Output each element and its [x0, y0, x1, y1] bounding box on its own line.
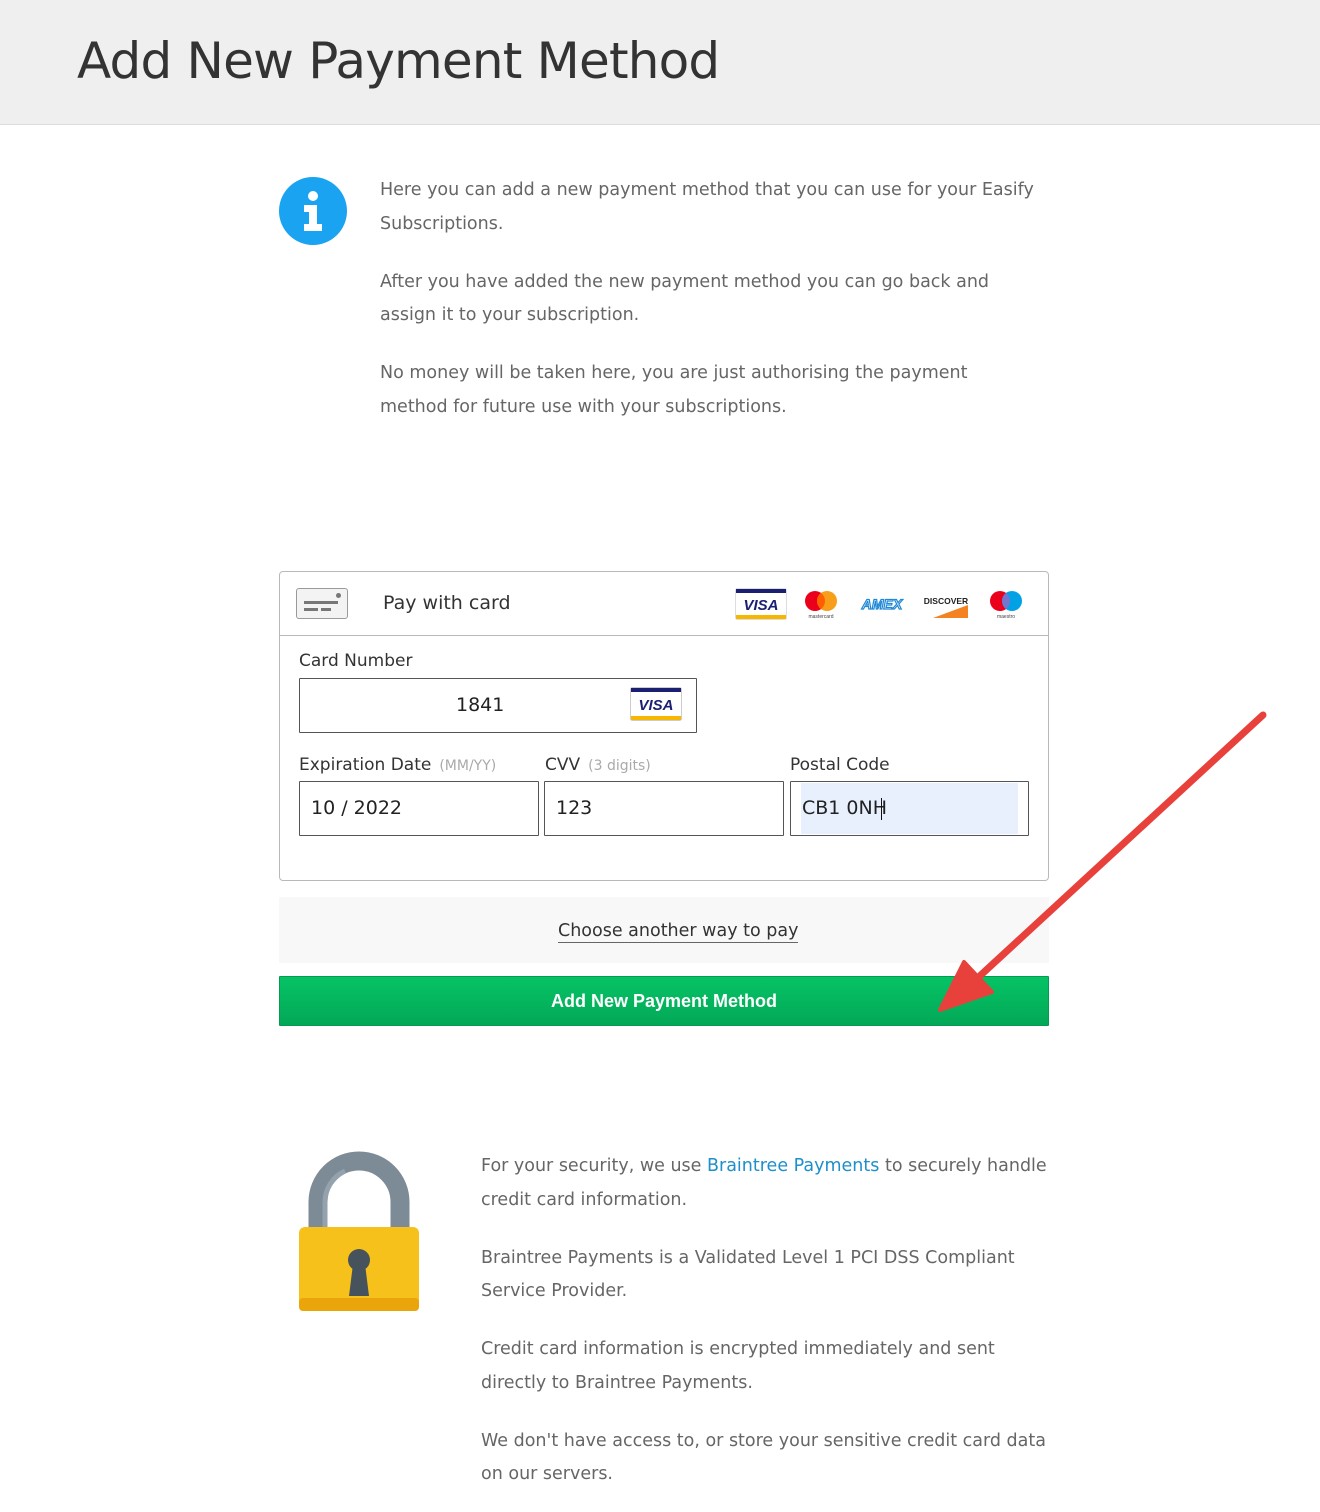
credit-card-icon [296, 588, 348, 619]
visa-logo-text: VISA [743, 597, 778, 614]
visa-logo-icon: VISA [735, 588, 787, 620]
discover-logo-icon: DISCOVER [924, 596, 968, 618]
cvv-value: 123 [556, 797, 593, 819]
page: Add New Payment Method Here you can add … [0, 0, 1320, 1512]
amex-logo-text: AMEX [861, 596, 904, 612]
expiration-date-value: 10 / 2022 [311, 797, 403, 819]
info-paragraph: After you have added the new payment met… [380, 271, 990, 326]
info-icon [279, 177, 347, 245]
text-cursor [881, 798, 882, 820]
mastercard-logo-text: mastercard [808, 614, 833, 620]
expiration-date-label: Expiration Date (MM/YY) [299, 755, 496, 775]
page-title: Add New Payment Method [77, 32, 720, 90]
mastercard-logo-icon: mastercard [805, 591, 837, 620]
security-paragraph-4: We don't have access to, or store your s… [481, 1430, 1046, 1485]
amex-logo-icon: AMEX [860, 595, 904, 612]
maestro-logo-text: maestro [997, 614, 1015, 620]
expiration-date-field[interactable]: 10 / 2022 [299, 781, 539, 836]
expiration-date-label-text: Expiration Date [299, 755, 432, 775]
security-text: For your security, we use [481, 1156, 707, 1176]
expiration-date-hint: (MM/YY) [439, 758, 497, 774]
pay-with-card-title: Pay with card [383, 592, 511, 614]
card-number-value: 1841 [456, 694, 505, 716]
choose-another-way-link[interactable]: Choose another way to pay [558, 921, 799, 943]
info-text: Here you can add a new payment method th… [380, 174, 1040, 449]
padlock-icon [299, 1151, 419, 1311]
info-paragraph: Here you can add a new payment method th… [380, 180, 1034, 234]
visa-card-icon: VISA [630, 687, 682, 721]
card-form-header[interactable]: Pay with card VISA mastercard AMEX DISCO… [280, 572, 1048, 636]
security-paragraph-1: For your security, we use Braintree Paym… [481, 1150, 1061, 1217]
card-number-label: Card Number [299, 651, 413, 671]
cvv-field[interactable]: 123 [544, 781, 784, 836]
page-header: Add New Payment Method [0, 0, 1320, 125]
visa-card-text: VISA [638, 697, 673, 714]
maestro-logo-icon: maestro [990, 591, 1022, 620]
add-payment-method-button[interactable]: Add New Payment Method [279, 976, 1049, 1026]
card-payment-form: Pay with card VISA mastercard AMEX DISCO… [279, 571, 1049, 881]
security-info: For your security, we use Braintree Paym… [481, 1150, 1061, 1512]
discover-logo-text: DISCOVER [924, 596, 968, 606]
cvv-label-text: CVV [545, 755, 581, 775]
choose-another-way: Choose another way to pay [279, 897, 1049, 963]
info-paragraph: No money will be taken here, you are jus… [380, 363, 968, 417]
security-paragraph-2: Braintree Payments is a Validated Level … [481, 1247, 1015, 1302]
security-paragraph-3: Credit card information is encrypted imm… [481, 1339, 995, 1393]
postal-code-value: CB1 0NH [802, 797, 888, 819]
cvv-label: CVV (3 digits) [545, 755, 651, 775]
card-number-field[interactable]: 1841 VISA [299, 678, 697, 733]
cvv-hint: (3 digits) [588, 758, 651, 774]
postal-code-field[interactable]: CB1 0NH [790, 781, 1029, 836]
postal-code-label: Postal Code [790, 755, 890, 775]
braintree-link[interactable]: Braintree Payments [707, 1156, 879, 1176]
